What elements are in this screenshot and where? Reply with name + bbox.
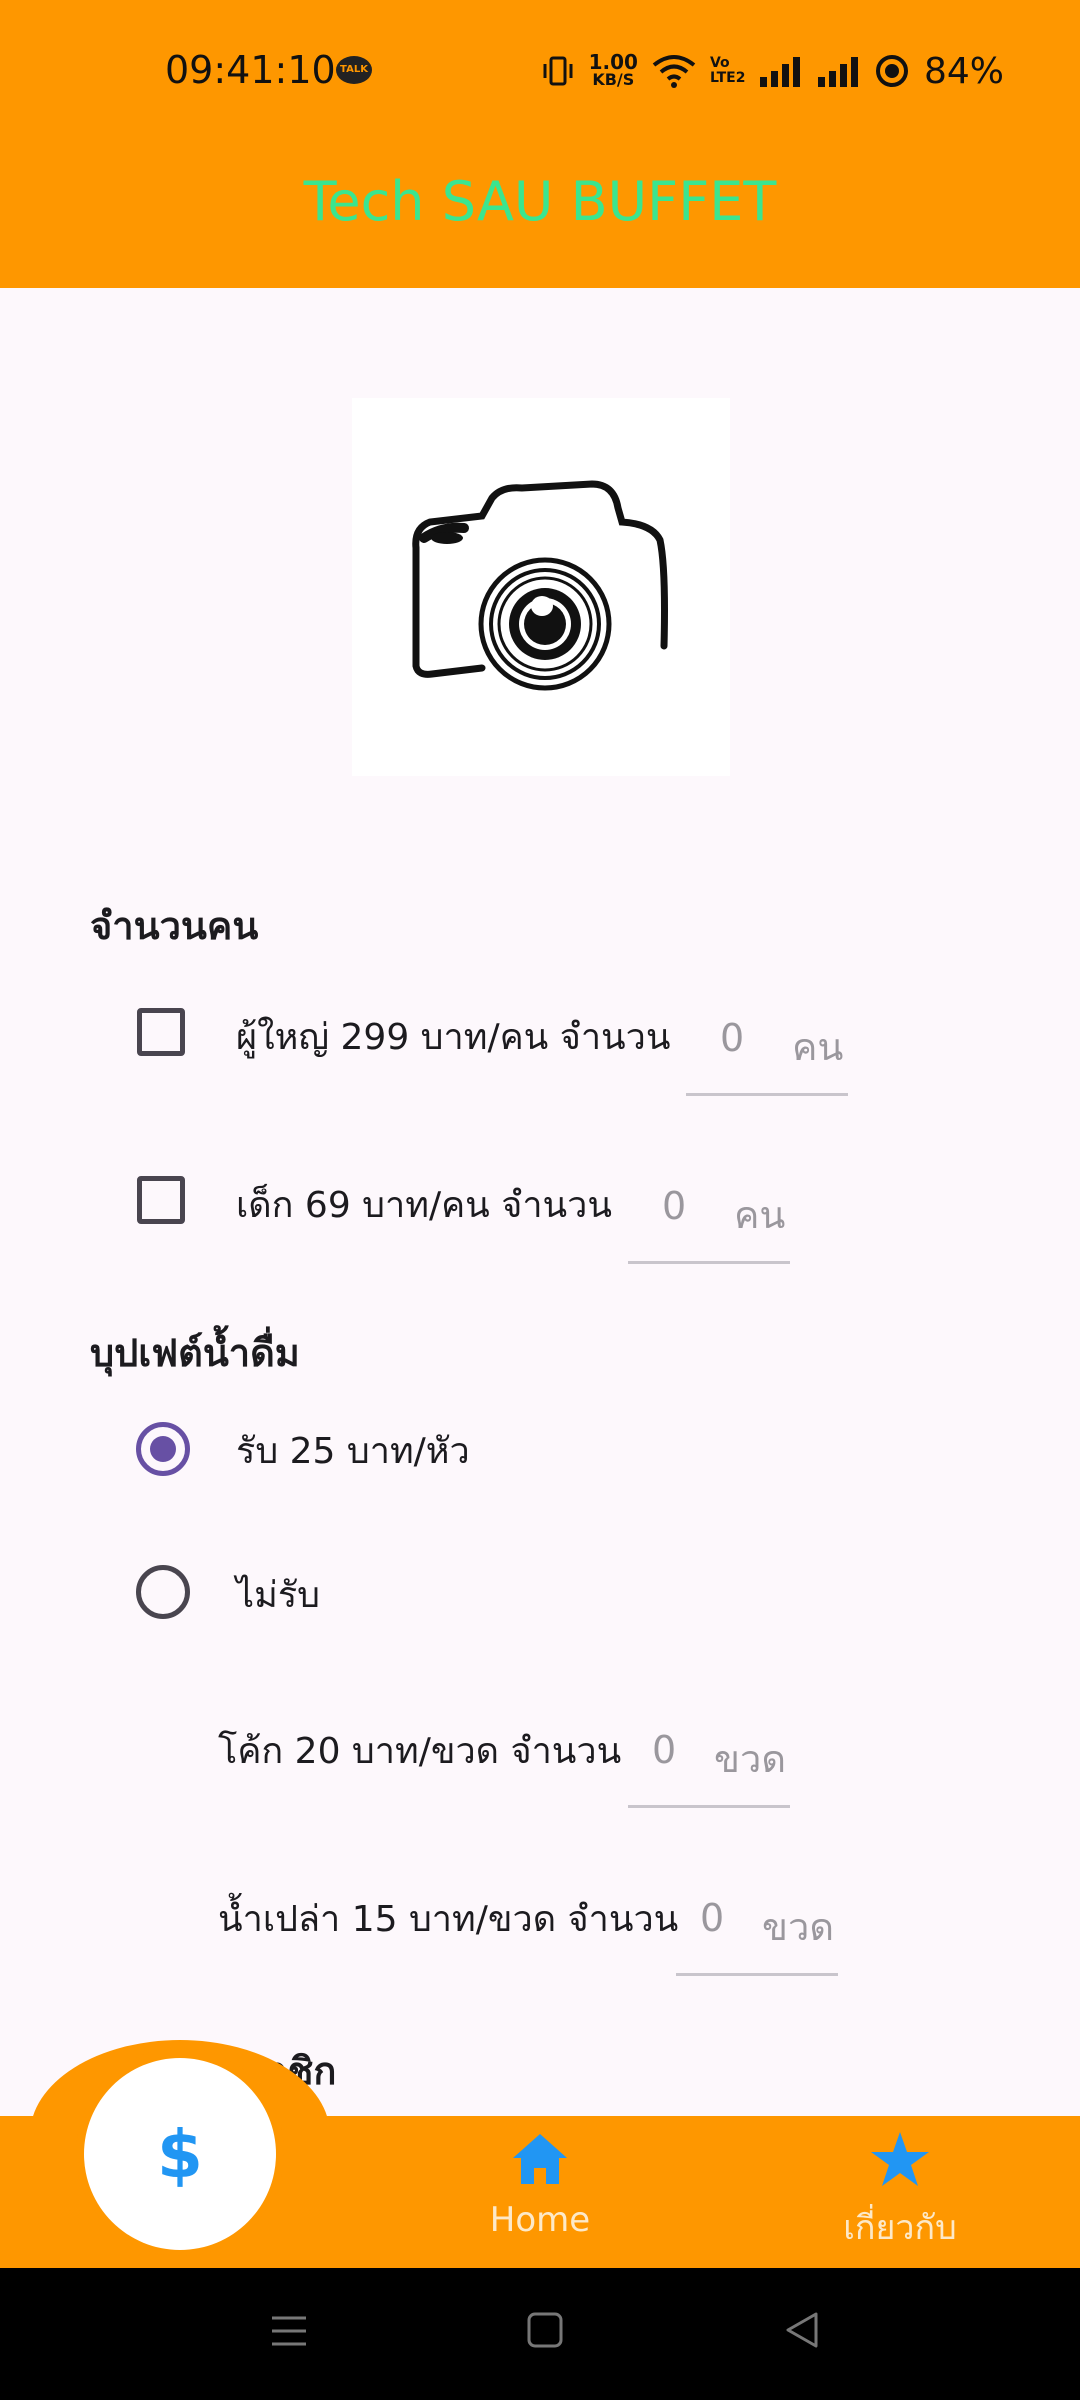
home-system-icon[interactable]: [525, 2310, 565, 2352]
adult-checkbox[interactable]: [137, 1008, 185, 1056]
people-section-title: จำนวนคน: [90, 904, 259, 948]
price-fab-button[interactable]: $: [84, 2058, 276, 2250]
drink-buffet-label: รับ 25 บาท/หัว: [236, 1431, 470, 1472]
coke-quantity-unit: ขวด: [714, 1737, 786, 1781]
net-speed-value: 1.00: [588, 50, 638, 74]
dollar-icon: $: [157, 2115, 203, 2193]
photo-placeholder[interactable]: [352, 398, 730, 776]
no-drink-label: ไม่รับ: [236, 1575, 321, 1616]
no-drink-radio[interactable]: [136, 1565, 190, 1619]
back-icon[interactable]: [782, 2310, 822, 2352]
adult-quantity-input[interactable]: 0 คน: [686, 1016, 848, 1096]
nav-home[interactable]: Home: [420, 2130, 660, 2240]
signal-icon: [759, 57, 800, 87]
coke-quantity-value: 0: [652, 1728, 677, 1772]
coke-quantity-input[interactable]: 0 ขวด: [628, 1728, 790, 1808]
home-icon: [513, 2134, 567, 2184]
battery-level: 84%: [923, 50, 1004, 92]
nav-home-label: Home: [489, 2200, 591, 2240]
vibrate-icon: [543, 56, 573, 86]
net-speed: 1.00 KB/S: [588, 50, 638, 89]
status-icons: 1.00 KB/S Vo LTE2 84%: [541, 46, 1004, 96]
data-saver-icon: [875, 55, 908, 87]
recent-apps-icon[interactable]: [268, 2310, 310, 2352]
drinks-section-title: บุปเฟต์น้ำดื่ม: [90, 1331, 300, 1375]
net-speed-unit: KB/S: [592, 70, 635, 89]
drink-buffet-radio[interactable]: [136, 1422, 190, 1476]
nav-about[interactable]: เกี่ยวกับ: [780, 2130, 1020, 2254]
adult-quantity-unit: คน: [792, 1025, 844, 1069]
water-label: น้ำเปล่า 15 บาท/ขวด จำนวน: [218, 1899, 679, 1940]
child-label: เด็ก 69 บาท/คน จำนวน: [236, 1185, 612, 1226]
child-quantity-input[interactable]: 0 คน: [628, 1184, 790, 1264]
talk-notification-icon: TALK: [336, 56, 372, 84]
coke-label: โค้ก 20 บาท/ขวด จำนวน: [218, 1731, 622, 1772]
wifi-icon: [652, 55, 696, 88]
camera-icon: [412, 480, 668, 691]
app-title: Tech SAU BUFFET: [303, 170, 777, 233]
volte-icon: Vo LTE2: [709, 55, 746, 86]
nav-about-label: เกี่ยวกับ: [843, 2208, 957, 2248]
child-quantity-unit: คน: [734, 1193, 786, 1237]
water-quantity-value: 0: [700, 1896, 725, 1940]
child-checkbox[interactable]: [137, 1176, 185, 1224]
status-time: 09:41:10: [165, 48, 336, 92]
child-quantity-value: 0: [662, 1184, 687, 1228]
star-icon: [871, 2132, 929, 2186]
adult-quantity-value: 0: [720, 1016, 745, 1060]
water-quantity-unit: ขวด: [762, 1905, 834, 1949]
signal-2-icon: [817, 57, 858, 87]
adult-label: ผู้ใหญ่ 299 บาท/คน จำนวน: [236, 1017, 671, 1058]
water-quantity-input[interactable]: 0 ขวด: [676, 1896, 838, 1976]
